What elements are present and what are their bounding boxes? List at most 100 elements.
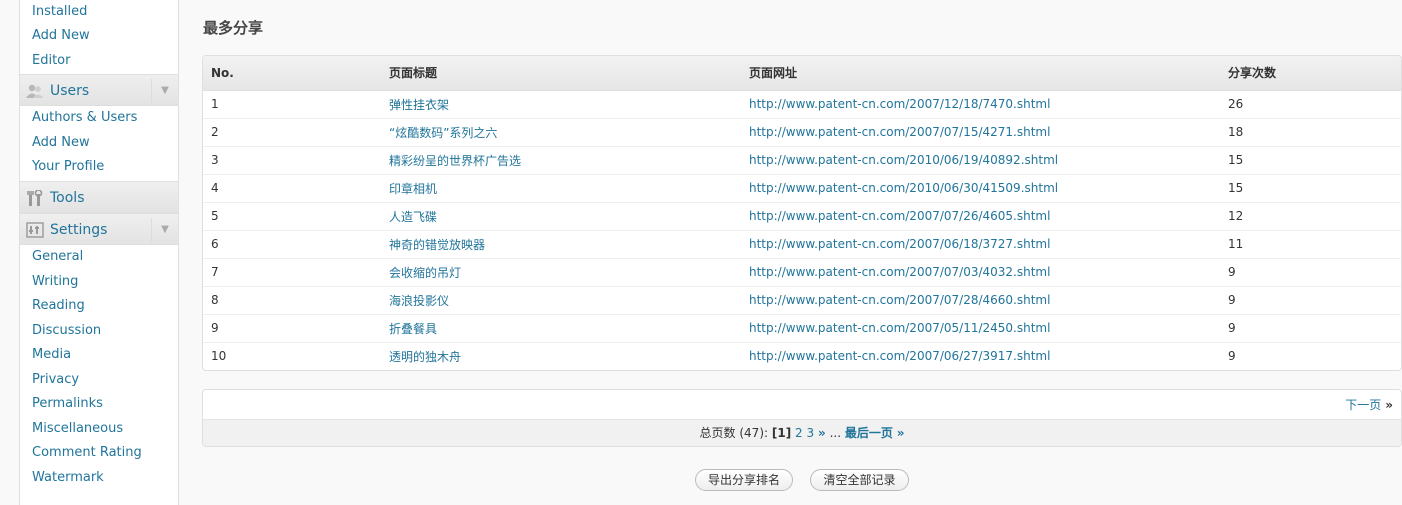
row-title-link[interactable]: 海浪投影仪 [389, 294, 449, 308]
menu-item-add-new-plugin[interactable]: Add New [20, 24, 178, 49]
row-count: 9 [1220, 285, 1401, 314]
row-no: 7 [203, 257, 381, 286]
clear-records-button[interactable]: 清空全部记录 [810, 469, 909, 491]
page-link[interactable]: 3 [807, 426, 815, 440]
menu-item-authors-users[interactable]: Authors & Users [20, 106, 178, 131]
menu-item-media[interactable]: Media [20, 343, 178, 368]
row-no: 10 [203, 341, 381, 370]
column-header-no: No. [203, 56, 381, 91]
row-url-link[interactable]: http://www.patent-cn.com/2007/06/27/3917… [749, 349, 1050, 363]
plugins-submenu: Installed Add New Editor [19, 0, 179, 74]
row-count: 9 [1220, 313, 1401, 342]
last-page-link[interactable]: 最后一页 [845, 426, 893, 440]
next-page-link[interactable]: 下一页 [1345, 398, 1381, 412]
page-link[interactable]: 2 [795, 426, 803, 440]
row-title-link[interactable]: 会收缩的吊灯 [389, 266, 461, 280]
menu-users[interactable]: Users ▼ [19, 74, 179, 106]
row-url-link[interactable]: http://www.patent-cn.com/2007/07/03/4032… [749, 265, 1050, 279]
double-chevron-right-icon: » [1385, 398, 1393, 412]
menu-tools[interactable]: Tools [19, 181, 179, 213]
menu-item-writing[interactable]: Writing [20, 270, 178, 295]
row-url-link[interactable]: http://www.patent-cn.com/2010/06/30/4150… [749, 181, 1058, 195]
menu-item-miscellaneous[interactable]: Miscellaneous [20, 417, 178, 442]
row-no: 4 [203, 173, 381, 202]
row-title-link[interactable]: 弹性挂衣架 [389, 98, 449, 112]
row-count: 9 [1220, 341, 1401, 370]
users-icon [26, 84, 44, 98]
row-title-link[interactable]: 精彩纷呈的世界杯广告选 [389, 154, 521, 168]
total-pages-label: 总页数 (47): [699, 426, 769, 440]
table-row: 10 透明的独木舟 http://www.patent-cn.com/2007/… [203, 341, 1401, 370]
menu-settings-label: Settings [50, 222, 108, 238]
table-row: 2 “炫酷数码”系列之六 http://www.patent-cn.com/20… [203, 117, 1401, 146]
row-no: 3 [203, 145, 381, 174]
row-count: 15 [1220, 145, 1401, 174]
last-page-arrow-icon[interactable]: » [897, 426, 905, 440]
table-row: 4 印章相机 http://www.patent-cn.com/2010/06/… [203, 173, 1401, 202]
row-count: 18 [1220, 117, 1401, 146]
column-header-url: 页面网址 [741, 56, 1220, 91]
menu-tools-label: Tools [50, 190, 85, 206]
menu-item-add-new-user[interactable]: Add New [20, 131, 178, 156]
menu-item-watermark[interactable]: Watermark [20, 466, 178, 491]
chevron-down-icon[interactable]: ▼ [151, 218, 178, 242]
row-title-link[interactable]: 透明的独木舟 [389, 350, 461, 364]
row-title-link[interactable]: 折叠餐具 [389, 322, 437, 336]
ellipsis: ... [829, 426, 842, 440]
menu-item-reading[interactable]: Reading [20, 294, 178, 319]
more-pages-link[interactable]: » [818, 426, 826, 440]
export-ranking-button[interactable]: 导出分享排名 [695, 469, 793, 491]
row-no: 9 [203, 313, 381, 342]
table-row: 1 弹性挂衣架 http://www.patent-cn.com/2007/12… [203, 90, 1401, 118]
pagination: 下一页 » 总页数 (47): [1] 2 3 » ... 最后一页 » [202, 389, 1402, 447]
row-url-link[interactable]: http://www.patent-cn.com/2007/12/18/7470… [749, 97, 1050, 111]
row-no: 1 [211, 97, 219, 111]
row-no: 2 [203, 117, 381, 146]
table-row: 9 折叠餐具 http://www.patent-cn.com/2007/05/… [203, 313, 1401, 342]
table-row: 8 海浪投影仪 http://www.patent-cn.com/2007/07… [203, 285, 1401, 314]
settings-submenu: General Writing Reading Discussion Media… [19, 245, 179, 505]
column-header-title: 页面标题 [381, 56, 741, 91]
next-page: 下一页 » [1345, 396, 1393, 413]
row-url-link[interactable]: http://www.patent-cn.com/2007/07/28/4660… [749, 293, 1050, 307]
row-count: 12 [1220, 201, 1401, 230]
row-url-link[interactable]: http://www.patent-cn.com/2007/07/26/4605… [749, 209, 1050, 223]
row-title-link[interactable]: “炫酷数码”系列之六 [389, 126, 497, 140]
table-row: 6 神奇的错觉放映器 http://www.patent-cn.com/2007… [203, 229, 1401, 258]
menu-item-general[interactable]: General [20, 245, 178, 270]
row-title-link[interactable]: 神奇的错觉放映器 [389, 238, 485, 252]
tools-icon [27, 190, 43, 206]
row-no: 8 [203, 285, 381, 314]
row-url-link[interactable]: http://www.patent-cn.com/2007/07/15/4271… [749, 125, 1050, 139]
row-url-link[interactable]: http://www.patent-cn.com/2007/06/18/3727… [749, 237, 1050, 251]
menu-settings[interactable]: Settings ▼ [19, 213, 179, 245]
users-submenu: Authors & Users Add New Your Profile [19, 106, 179, 181]
table-header-row: No. 页面标题 页面网址 分享次数 [203, 56, 1401, 91]
menu-item-your-profile[interactable]: Your Profile [20, 155, 178, 180]
row-title-link[interactable]: 人造飞碟 [389, 210, 437, 224]
menu-item-privacy[interactable]: Privacy [20, 368, 178, 393]
menu-item-editor[interactable]: Editor [20, 49, 178, 74]
table-row: 3 精彩纷呈的世界杯广告选 http://www.patent-cn.com/2… [203, 145, 1401, 174]
current-page: [1] [771, 426, 792, 440]
column-header-count: 分享次数 [1220, 56, 1401, 91]
row-count: 15 [1220, 173, 1401, 202]
row-url-link[interactable]: http://www.patent-cn.com/2007/05/11/2450… [749, 321, 1050, 335]
page-numbers: 总页数 (47): [1] 2 3 » ... 最后一页 » [203, 419, 1401, 446]
menu-item-comment-rating[interactable]: Comment Rating [20, 441, 178, 466]
table-row: 5 人造飞碟 http://www.patent-cn.com/2007/07/… [203, 201, 1401, 230]
page-title: 最多分享 [203, 19, 264, 37]
row-no: 5 [203, 201, 381, 230]
row-count: 9 [1220, 257, 1401, 286]
menu-item-permalinks[interactable]: Permalinks [20, 392, 178, 417]
row-count: 11 [1220, 229, 1401, 258]
menu-users-label: Users [50, 83, 90, 99]
row-url-link[interactable]: http://www.patent-cn.com/2010/06/19/4089… [749, 153, 1058, 167]
menu-item-installed[interactable]: Installed [20, 0, 178, 24]
menu-item-discussion[interactable]: Discussion [20, 319, 178, 344]
admin-sidebar: Installed Add New Editor Users ▼ Authors… [19, 0, 179, 505]
row-title-link[interactable]: 印章相机 [389, 182, 437, 196]
chevron-down-icon[interactable]: ▼ [151, 79, 178, 103]
row-no: 6 [203, 229, 381, 258]
settings-icon [26, 222, 44, 238]
